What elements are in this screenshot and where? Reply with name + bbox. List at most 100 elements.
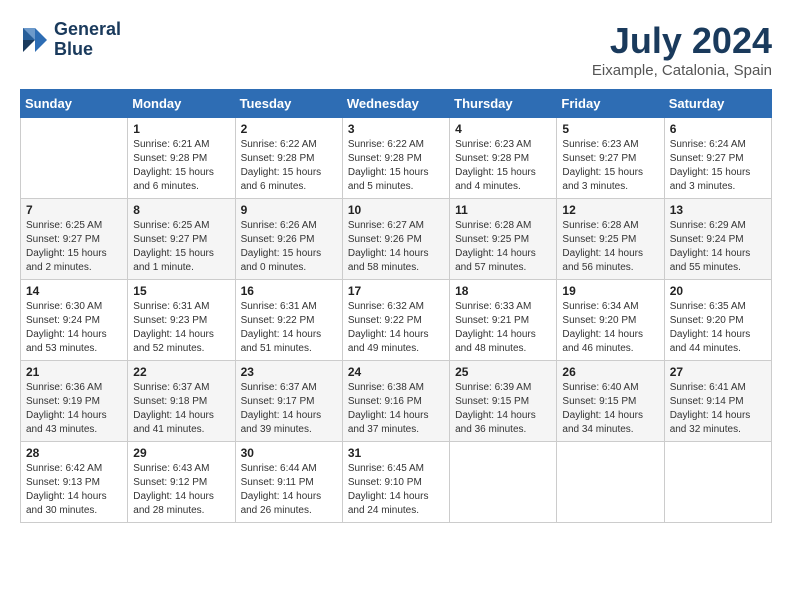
cell-content: Sunrise: 6:25 AM Sunset: 9:27 PM Dayligh… xyxy=(26,219,122,275)
weekday-header-thursday: Thursday xyxy=(450,90,557,118)
calendar-cell: 30 Sunrise: 6:44 AM Sunset: 9:11 PM Dayli… xyxy=(235,442,342,523)
day-number: 10 xyxy=(348,203,444,217)
day-number: 6 xyxy=(670,122,766,136)
cell-content: Sunrise: 6:32 AM Sunset: 9:22 PM Dayligh… xyxy=(348,300,444,356)
day-number: 9 xyxy=(241,203,337,217)
day-number: 25 xyxy=(455,365,551,379)
calendar-cell xyxy=(557,442,664,523)
weekday-header-sunday: Sunday xyxy=(21,90,128,118)
calendar-cell: 6 Sunrise: 6:24 AM Sunset: 9:27 PM Daylig… xyxy=(664,118,771,199)
day-number: 18 xyxy=(455,284,551,298)
cell-content: Sunrise: 6:30 AM Sunset: 9:24 PM Dayligh… xyxy=(26,300,122,356)
calendar-cell: 13 Sunrise: 6:29 AM Sunset: 9:24 PM Dayli… xyxy=(664,199,771,280)
day-number: 30 xyxy=(241,446,337,460)
calendar-cell: 22 Sunrise: 6:37 AM Sunset: 9:18 PM Dayli… xyxy=(128,361,235,442)
cell-content: Sunrise: 6:28 AM Sunset: 9:25 PM Dayligh… xyxy=(455,219,551,275)
day-number: 29 xyxy=(133,446,229,460)
calendar-cell xyxy=(21,118,128,199)
cell-content: Sunrise: 6:41 AM Sunset: 9:14 PM Dayligh… xyxy=(670,381,766,437)
week-row-4: 21 Sunrise: 6:36 AM Sunset: 9:19 PM Dayli… xyxy=(21,361,772,442)
day-number: 1 xyxy=(133,122,229,136)
cell-content: Sunrise: 6:45 AM Sunset: 9:10 PM Dayligh… xyxy=(348,462,444,518)
cell-content: Sunrise: 6:23 AM Sunset: 9:27 PM Dayligh… xyxy=(562,138,658,194)
day-number: 11 xyxy=(455,203,551,217)
calendar-cell: 21 Sunrise: 6:36 AM Sunset: 9:19 PM Dayli… xyxy=(21,361,128,442)
cell-content: Sunrise: 6:36 AM Sunset: 9:19 PM Dayligh… xyxy=(26,381,122,437)
day-number: 21 xyxy=(26,365,122,379)
calendar-cell: 26 Sunrise: 6:40 AM Sunset: 9:15 PM Dayli… xyxy=(557,361,664,442)
day-number: 26 xyxy=(562,365,658,379)
cell-content: Sunrise: 6:37 AM Sunset: 9:17 PM Dayligh… xyxy=(241,381,337,437)
logo: General Blue xyxy=(20,20,121,60)
weekday-header-friday: Friday xyxy=(557,90,664,118)
day-number: 31 xyxy=(348,446,444,460)
day-number: 16 xyxy=(241,284,337,298)
day-number: 2 xyxy=(241,122,337,136)
day-number: 27 xyxy=(670,365,766,379)
cell-content: Sunrise: 6:38 AM Sunset: 9:16 PM Dayligh… xyxy=(348,381,444,437)
calendar-cell: 24Sunrise: 6:38 AM Sunset: 9:16 PM Dayli… xyxy=(342,361,449,442)
location: Eixample, Catalonia, Spain xyxy=(592,62,772,79)
day-number: 8 xyxy=(133,203,229,217)
day-number: 28 xyxy=(26,446,122,460)
cell-content: Sunrise: 6:28 AM Sunset: 9:25 PM Dayligh… xyxy=(562,219,658,275)
day-number: 4 xyxy=(455,122,551,136)
calendar-cell: 12 Sunrise: 6:28 AM Sunset: 9:25 PM Dayli… xyxy=(557,199,664,280)
cell-content: Sunrise: 6:43 AM Sunset: 9:12 PM Dayligh… xyxy=(133,462,229,518)
calendar-cell: 15Sunrise: 6:31 AM Sunset: 9:23 PM Dayli… xyxy=(128,280,235,361)
cell-content: Sunrise: 6:34 AM Sunset: 9:20 PM Dayligh… xyxy=(562,300,658,356)
cell-content: Sunrise: 6:31 AM Sunset: 9:22 PM Dayligh… xyxy=(241,300,337,356)
calendar-cell: 17 Sunrise: 6:32 AM Sunset: 9:22 PM Dayli… xyxy=(342,280,449,361)
calendar-cell: 25 Sunrise: 6:39 AM Sunset: 9:15 PM Dayli… xyxy=(450,361,557,442)
day-number: 3 xyxy=(348,122,444,136)
cell-content: Sunrise: 6:37 AM Sunset: 9:18 PM Dayligh… xyxy=(133,381,229,437)
day-number: 5 xyxy=(562,122,658,136)
calendar-cell: 23 Sunrise: 6:37 AM Sunset: 9:17 PM Dayli… xyxy=(235,361,342,442)
cell-content: Sunrise: 6:23 AM Sunset: 9:28 PM Dayligh… xyxy=(455,138,551,194)
calendar-cell: 29 Sunrise: 6:43 AM Sunset: 9:12 PM Dayli… xyxy=(128,442,235,523)
cell-content: Sunrise: 6:39 AM Sunset: 9:15 PM Dayligh… xyxy=(455,381,551,437)
week-row-3: 14 Sunrise: 6:30 AM Sunset: 9:24 PM Dayli… xyxy=(21,280,772,361)
cell-content: Sunrise: 6:29 AM Sunset: 9:24 PM Dayligh… xyxy=(670,219,766,275)
weekday-header-monday: Monday xyxy=(128,90,235,118)
calendar-cell xyxy=(664,442,771,523)
day-number: 23 xyxy=(241,365,337,379)
calendar-cell: 2 Sunrise: 6:22 AM Sunset: 9:28 PM Daylig… xyxy=(235,118,342,199)
calendar-cell: 14 Sunrise: 6:30 AM Sunset: 9:24 PM Dayli… xyxy=(21,280,128,361)
day-number: 22 xyxy=(133,365,229,379)
weekday-header-tuesday: Tuesday xyxy=(235,90,342,118)
day-number: 20 xyxy=(670,284,766,298)
day-number: 14 xyxy=(26,284,122,298)
day-number: 12 xyxy=(562,203,658,217)
cell-content: Sunrise: 6:44 AM Sunset: 9:11 PM Dayligh… xyxy=(241,462,337,518)
calendar-cell: 4 Sunrise: 6:23 AM Sunset: 9:28 PM Daylig… xyxy=(450,118,557,199)
calendar-cell: 16 Sunrise: 6:31 AM Sunset: 9:22 PM Dayli… xyxy=(235,280,342,361)
cell-content: Sunrise: 6:24 AM Sunset: 9:27 PM Dayligh… xyxy=(670,138,766,194)
cell-content: Sunrise: 6:27 AM Sunset: 9:26 PM Dayligh… xyxy=(348,219,444,275)
cell-content: Sunrise: 6:40 AM Sunset: 9:15 PM Dayligh… xyxy=(562,381,658,437)
title-block: July 2024 Eixample, Catalonia, Spain xyxy=(592,20,772,79)
day-number: 13 xyxy=(670,203,766,217)
calendar-cell: 5 Sunrise: 6:23 AM Sunset: 9:27 PM Daylig… xyxy=(557,118,664,199)
day-number: 19 xyxy=(562,284,658,298)
page-header: General Blue July 2024 Eixample, Catalon… xyxy=(20,20,772,79)
calendar-cell: 1 Sunrise: 6:21 AM Sunset: 9:28 PM Daylig… xyxy=(128,118,235,199)
day-number: 17 xyxy=(348,284,444,298)
logo-icon xyxy=(20,25,50,55)
cell-content: Sunrise: 6:31 AM Sunset: 9:23 PM Dayligh… xyxy=(133,300,229,356)
day-number: 7 xyxy=(26,203,122,217)
calendar-cell: 11 Sunrise: 6:28 AM Sunset: 9:25 PM Dayli… xyxy=(450,199,557,280)
calendar-cell: 20Sunrise: 6:35 AM Sunset: 9:20 PM Dayli… xyxy=(664,280,771,361)
cell-content: Sunrise: 6:21 AM Sunset: 9:28 PM Dayligh… xyxy=(133,138,229,194)
cell-content: Sunrise: 6:26 AM Sunset: 9:26 PM Dayligh… xyxy=(241,219,337,275)
calendar-cell: 8 Sunrise: 6:25 AM Sunset: 9:27 PM Daylig… xyxy=(128,199,235,280)
calendar-cell: 31 Sunrise: 6:45 AM Sunset: 9:10 PM Dayli… xyxy=(342,442,449,523)
cell-content: Sunrise: 6:22 AM Sunset: 9:28 PM Dayligh… xyxy=(241,138,337,194)
weekday-header-saturday: Saturday xyxy=(664,90,771,118)
calendar-cell: 3Sunrise: 6:22 AM Sunset: 9:28 PM Daylig… xyxy=(342,118,449,199)
cell-content: Sunrise: 6:42 AM Sunset: 9:13 PM Dayligh… xyxy=(26,462,122,518)
calendar-cell: 7 Sunrise: 6:25 AM Sunset: 9:27 PM Daylig… xyxy=(21,199,128,280)
cell-content: Sunrise: 6:25 AM Sunset: 9:27 PM Dayligh… xyxy=(133,219,229,275)
week-row-1: 1 Sunrise: 6:21 AM Sunset: 9:28 PM Daylig… xyxy=(21,118,772,199)
weekday-header-wednesday: Wednesday xyxy=(342,90,449,118)
